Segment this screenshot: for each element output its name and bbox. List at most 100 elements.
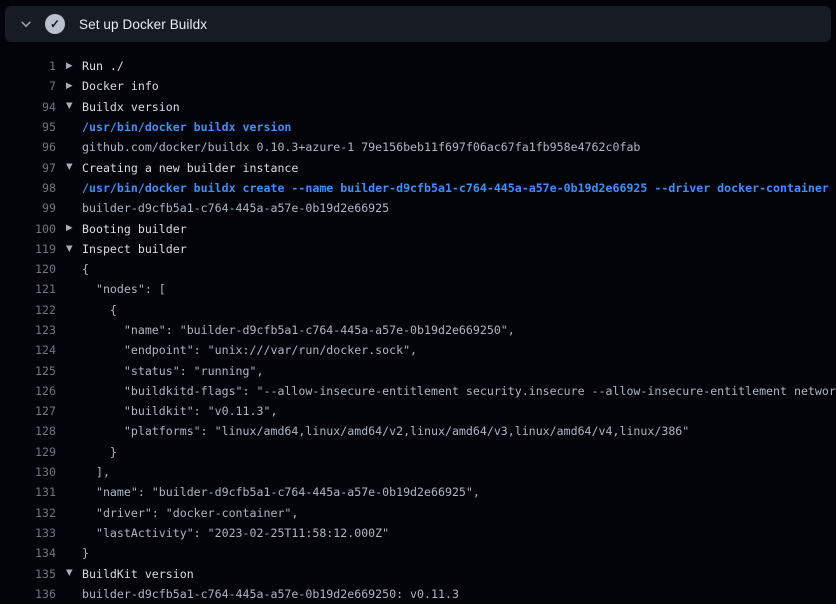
log-line-text: { <box>82 262 836 276</box>
log-line: 134 } <box>0 543 836 563</box>
log-line-text: builder-d9cfb5a1-c764-445a-a57e-0b19d2e6… <box>82 201 836 215</box>
line-number[interactable]: 122 <box>0 303 56 317</box>
line-number[interactable]: 119 <box>0 242 56 256</box>
line-number[interactable]: 129 <box>0 445 56 459</box>
log-line: 129 } <box>0 442 836 462</box>
log-container: 1 ▶ Run ./ 7 ▶ Docker info 94 ▼ Buildx v… <box>0 42 836 604</box>
line-number[interactable]: 128 <box>0 424 56 438</box>
line-number[interactable]: 124 <box>0 343 56 357</box>
log-line: 136 builder-d9cfb5a1-c764-445a-a57e-0b19… <box>0 584 836 604</box>
chevron-down-icon[interactable]: ▼ <box>66 163 73 172</box>
step-header[interactable]: ✓ Set up Docker Buildx <box>5 6 831 42</box>
line-gutter: ▼ <box>56 569 82 578</box>
log-line-text: Docker info <box>82 79 836 93</box>
log-line: 124 "endpoint": "unix:///var/run/docker.… <box>0 340 836 360</box>
log-line-text: { <box>82 303 836 317</box>
log-line-text: "lastActivity": "2023-02-25T11:58:12.000… <box>82 526 836 540</box>
log-line[interactable]: 94 ▼ Buildx version <box>0 97 836 117</box>
log-line[interactable]: 135 ▼ BuildKit version <box>0 563 836 583</box>
line-number[interactable]: 123 <box>0 323 56 337</box>
log-line[interactable]: 7 ▶ Docker info <box>0 76 836 96</box>
log-line-text: BuildKit version <box>82 567 836 581</box>
log-line-text: "endpoint": "unix:///var/run/docker.sock… <box>82 343 836 357</box>
log-line: 131 "name": "builder-d9cfb5a1-c764-445a-… <box>0 482 836 502</box>
line-number[interactable]: 96 <box>0 140 56 154</box>
chevron-right-icon[interactable]: ▶ <box>66 62 73 71</box>
log-line-text: builder-d9cfb5a1-c764-445a-a57e-0b19d2e6… <box>82 587 836 601</box>
line-gutter: ▼ <box>56 163 82 172</box>
line-number[interactable]: 132 <box>0 506 56 520</box>
log-line-text: "name": "builder-d9cfb5a1-c764-445a-a57e… <box>82 485 836 499</box>
line-number[interactable]: 95 <box>0 120 56 134</box>
log-line-text: github.com/docker/buildx 0.10.3+azure-1 … <box>82 140 836 154</box>
log-line: 125 "status": "running", <box>0 360 836 380</box>
log-line: 127 "buildkit": "v0.11.3", <box>0 401 836 421</box>
log-line: 132 "driver": "docker-container", <box>0 503 836 523</box>
line-number[interactable]: 133 <box>0 526 56 540</box>
log-line-text: /usr/bin/docker buildx create --name bui… <box>82 181 836 195</box>
log-line: 95 /usr/bin/docker buildx version <box>0 117 836 137</box>
log-line-text: "platforms": "linux/amd64,linux/amd64/v2… <box>82 424 836 438</box>
line-gutter: ▶ <box>56 82 82 91</box>
line-number[interactable]: 98 <box>0 181 56 195</box>
line-number[interactable]: 7 <box>0 79 56 93</box>
line-number[interactable]: 125 <box>0 364 56 378</box>
log-line: 128 "platforms": "linux/amd64,linux/amd6… <box>0 421 836 441</box>
log-line: 126 "buildkitd-flags": "--allow-insecure… <box>0 381 836 401</box>
log-line-text: } <box>82 445 836 459</box>
line-number[interactable]: 97 <box>0 161 56 175</box>
line-number[interactable]: 120 <box>0 262 56 276</box>
chevron-right-icon[interactable]: ▶ <box>66 224 73 233</box>
log-line-text: "status": "running", <box>82 364 836 378</box>
line-number[interactable]: 99 <box>0 201 56 215</box>
log-line-text: "nodes": [ <box>82 282 836 296</box>
log-line-text: "driver": "docker-container", <box>82 506 836 520</box>
log-line: 99 builder-d9cfb5a1-c764-445a-a57e-0b19d… <box>0 198 836 218</box>
log-line[interactable]: 1 ▶ Run ./ <box>0 56 836 76</box>
log-line-text: Inspect builder <box>82 242 836 256</box>
chevron-down-icon-svg <box>19 17 33 31</box>
line-gutter: ▼ <box>56 245 82 254</box>
log-line: 123 "name": "builder-d9cfb5a1-c764-445a-… <box>0 320 836 340</box>
chevron-down-icon[interactable]: ▼ <box>66 102 73 111</box>
log-line[interactable]: 97 ▼ Creating a new builder instance <box>0 157 836 177</box>
chevron-down-icon[interactable]: ▼ <box>66 245 73 254</box>
log-line-text: Booting builder <box>82 222 836 236</box>
log-line-text: Run ./ <box>82 59 836 73</box>
line-number[interactable]: 130 <box>0 465 56 479</box>
log-line: 120 { <box>0 259 836 279</box>
log-line: 121 "nodes": [ <box>0 279 836 299</box>
line-number[interactable]: 134 <box>0 546 56 560</box>
line-number[interactable]: 126 <box>0 384 56 398</box>
log-line: 130 ], <box>0 462 836 482</box>
line-gutter: ▶ <box>56 62 82 71</box>
line-number[interactable]: 127 <box>0 404 56 418</box>
line-number[interactable]: 100 <box>0 222 56 236</box>
log-line: 122 { <box>0 300 836 320</box>
line-number[interactable]: 121 <box>0 282 56 296</box>
log-line[interactable]: 119 ▼ Inspect builder <box>0 239 836 259</box>
log-line-text: } <box>82 546 836 560</box>
line-number[interactable]: 136 <box>0 587 56 601</box>
line-number[interactable]: 94 <box>0 100 56 114</box>
log-line-text: "name": "builder-d9cfb5a1-c764-445a-a57e… <box>82 323 836 337</box>
log-line-text: Buildx version <box>82 100 836 114</box>
log-line-text: ], <box>82 465 836 479</box>
line-gutter: ▼ <box>56 102 82 111</box>
log-line: 98 /usr/bin/docker buildx create --name … <box>0 178 836 198</box>
step-title: Set up Docker Buildx <box>79 17 207 32</box>
log-line: 133 "lastActivity": "2023-02-25T11:58:12… <box>0 523 836 543</box>
log-line-text: /usr/bin/docker buildx version <box>82 120 836 134</box>
log-line-text: "buildkit": "v0.11.3", <box>82 404 836 418</box>
chevron-right-icon[interactable]: ▶ <box>66 82 73 91</box>
log-line: 96 github.com/docker/buildx 0.10.3+azure… <box>0 137 836 157</box>
log-line-text: Creating a new builder instance <box>82 161 836 175</box>
chevron-down-icon[interactable]: ▼ <box>66 569 73 578</box>
line-number[interactable]: 131 <box>0 485 56 499</box>
line-number[interactable]: 1 <box>0 59 56 73</box>
chevron-down-icon[interactable] <box>11 17 41 31</box>
log-line-text: "buildkitd-flags": "--allow-insecure-ent… <box>82 384 836 398</box>
check-icon: ✓ <box>45 14 65 34</box>
line-number[interactable]: 135 <box>0 567 56 581</box>
log-line[interactable]: 100 ▶ Booting builder <box>0 218 836 238</box>
